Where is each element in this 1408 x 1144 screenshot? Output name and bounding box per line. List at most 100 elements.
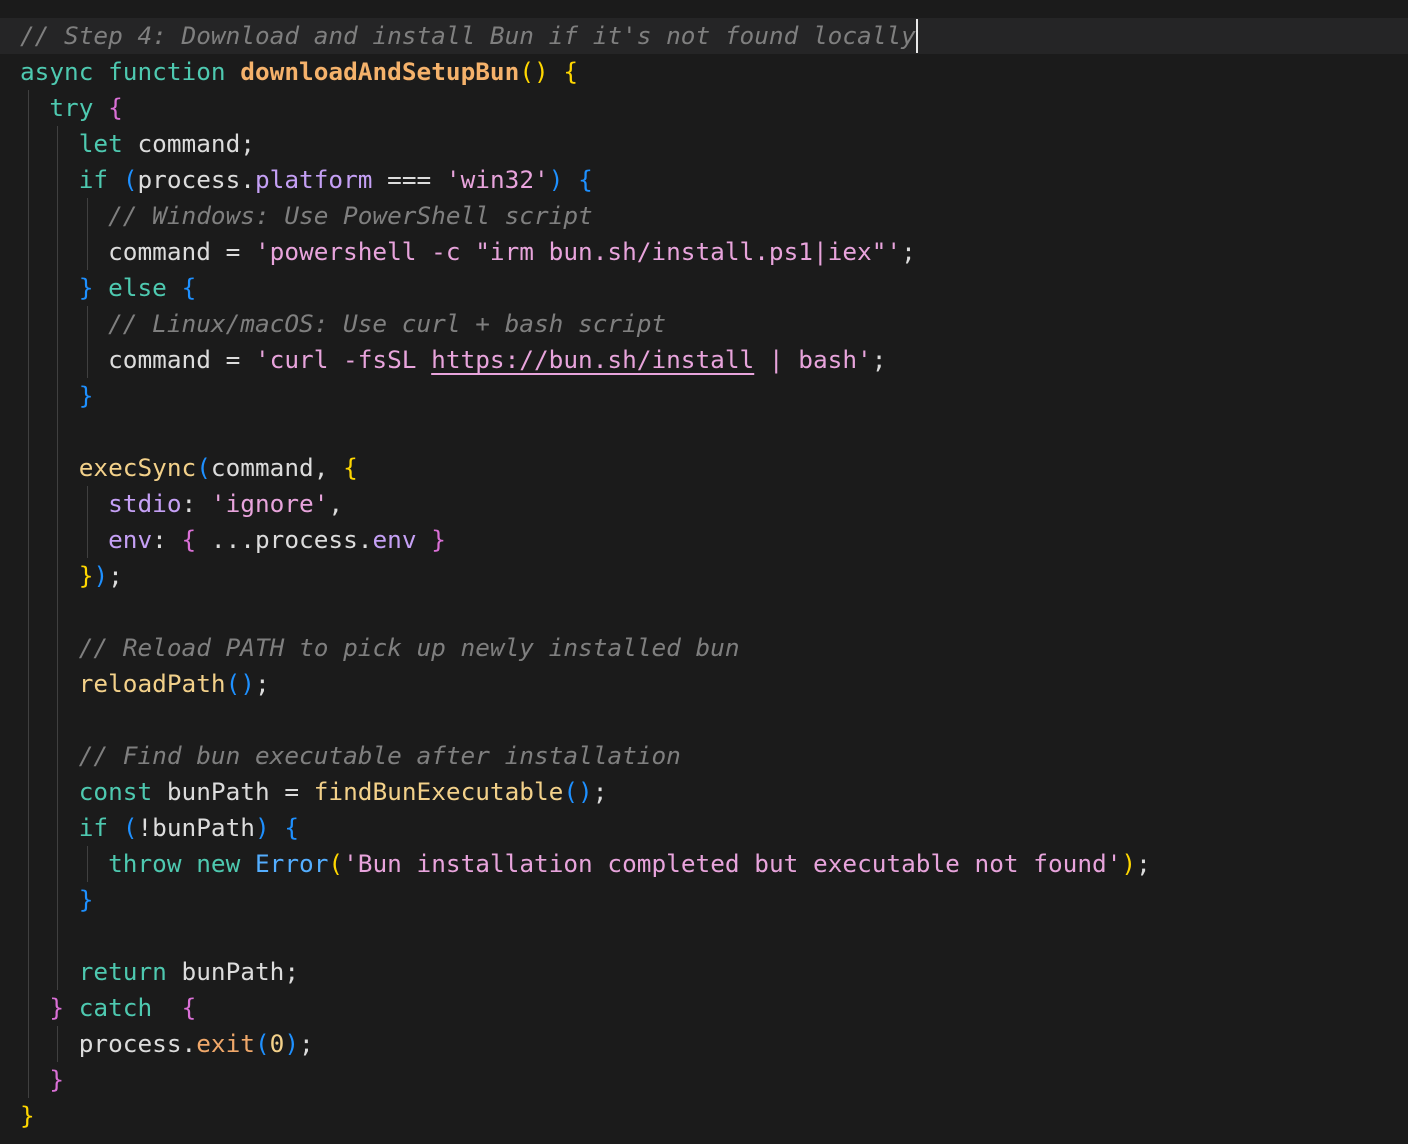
code-token-comment: // Step 4: Download and install Bun if i…	[20, 21, 916, 50]
code-line[interactable]: // Linux/macOS: Use curl + bash script	[20, 306, 666, 342]
code-token-b-yellow: (	[328, 849, 344, 878]
code-token-prop: stdio	[108, 489, 182, 518]
code-token-plain: ;	[592, 777, 608, 806]
code-line[interactable]: command = 'powershell -c "irm bun.sh/ins…	[20, 234, 916, 270]
code-line[interactable]: if (process.platform === 'win32') {	[20, 162, 593, 198]
code-line[interactable]: } else {	[20, 270, 197, 306]
code-line[interactable]: } catch {	[20, 990, 196, 1026]
code-token-plain: ;	[1136, 849, 1151, 878]
code-token-b-blue: {	[284, 813, 300, 842]
code-token-b-pink: }	[49, 993, 65, 1022]
code-token-plain: ...process.	[196, 525, 373, 554]
code-token-prop: platform	[254, 165, 373, 194]
code-token-call: reloadPath	[78, 669, 226, 698]
code-line[interactable]: const bunPath = findBunExecutable();	[20, 774, 608, 810]
code-token-b-pink: {	[108, 93, 123, 122]
code-token-plain: command =	[20, 237, 255, 266]
code-line[interactable]: throw new Error('Bun installation comple…	[20, 846, 1151, 882]
code-token-plain: process.	[20, 1029, 197, 1058]
code-token-b-blue: }	[78, 381, 94, 410]
code-line[interactable]: // Find bun executable after installatio…	[20, 738, 681, 774]
code-token-plain: ===	[372, 165, 446, 194]
code-token-b-blue: }	[78, 885, 94, 914]
code-token-b-blue: }	[78, 273, 94, 302]
code-line[interactable]: // Windows: Use PowerShell script	[20, 198, 593, 234]
code-line[interactable]: }	[20, 378, 94, 414]
code-token-call: execSync	[78, 453, 197, 482]
code-token-keyword: throw	[108, 849, 182, 878]
code-token-keyword: try	[49, 93, 94, 122]
code-line[interactable]: reloadPath();	[20, 666, 270, 702]
code-token-b-pink: }	[431, 525, 446, 554]
code-line[interactable]: execSync(command, {	[20, 450, 358, 486]
code-line[interactable]: try {	[20, 90, 123, 126]
code-token-plain: process.	[137, 165, 255, 194]
code-line[interactable]: }	[20, 1098, 35, 1134]
code-token-plain: :	[181, 489, 211, 518]
code-line[interactable]: return bunPath;	[20, 954, 299, 990]
code-token-keyword: const	[78, 777, 153, 806]
code-line[interactable]: let command;	[20, 126, 255, 162]
code-token-plain: ;	[299, 1029, 314, 1058]
code-token-method: exit	[196, 1029, 255, 1058]
code-token-b-blue: (	[122, 813, 138, 842]
code-line[interactable]: env: { ...process.env }	[20, 522, 446, 558]
code-token-b-blue: (	[196, 453, 211, 482]
code-token-keyword: function	[108, 57, 226, 86]
code-token-string: 'powershell -c "irm bun.sh/install.ps1|i…	[254, 237, 902, 266]
code-token-plain: :	[152, 525, 182, 554]
code-token-b-yellow: {	[343, 453, 358, 482]
code-line[interactable]: command = 'curl -fsSL https://bun.sh/ins…	[20, 342, 886, 378]
code-line[interactable]: stdio: 'ignore',	[20, 486, 343, 522]
code-token-b-yellow: }	[20, 1101, 35, 1130]
code-token-keyword: if	[78, 165, 109, 194]
code-line[interactable]: }	[20, 1062, 64, 1098]
code-token-plain: !bunPath	[137, 813, 255, 842]
code-line[interactable]: if (!bunPath) {	[20, 810, 299, 846]
code-token-string: 'ignore'	[210, 489, 329, 518]
code-token-comment: // Reload PATH to pick up newly installe…	[78, 633, 740, 662]
code-token-number: 0	[269, 1029, 285, 1058]
code-token-b-yellow: {	[563, 57, 579, 86]
code-line[interactable]: });	[20, 558, 123, 594]
code-token-b-blue: {	[578, 165, 593, 194]
code-token-keyword: new	[196, 849, 241, 878]
code-token-url[interactable]: https://bun.sh/install	[431, 345, 754, 374]
code-token-b-blue: (	[254, 1029, 270, 1058]
code-token-class: Error	[254, 849, 329, 878]
code-token-string: 'curl -fsSL	[254, 345, 432, 374]
code-token-plain: command =	[20, 345, 255, 374]
code-line[interactable]: // Reload PATH to pick up newly installe…	[20, 630, 740, 666]
code-editor[interactable]: // Step 4: Download and install Bun if i…	[0, 0, 1408, 1144]
code-line[interactable]: process.exit(0);	[20, 1026, 314, 1062]
code-token-keyword: return	[78, 957, 167, 986]
code-line[interactable]: }	[20, 882, 94, 918]
code-token-plain: command;	[122, 129, 255, 158]
code-line[interactable]: async function downloadAndSetupBun() {	[20, 54, 578, 90]
code-token-plain: ;	[871, 345, 887, 374]
code-token-b-blue: (	[122, 165, 138, 194]
code-line-current[interactable]: // Step 4: Download and install Bun if i…	[0, 18, 1408, 54]
